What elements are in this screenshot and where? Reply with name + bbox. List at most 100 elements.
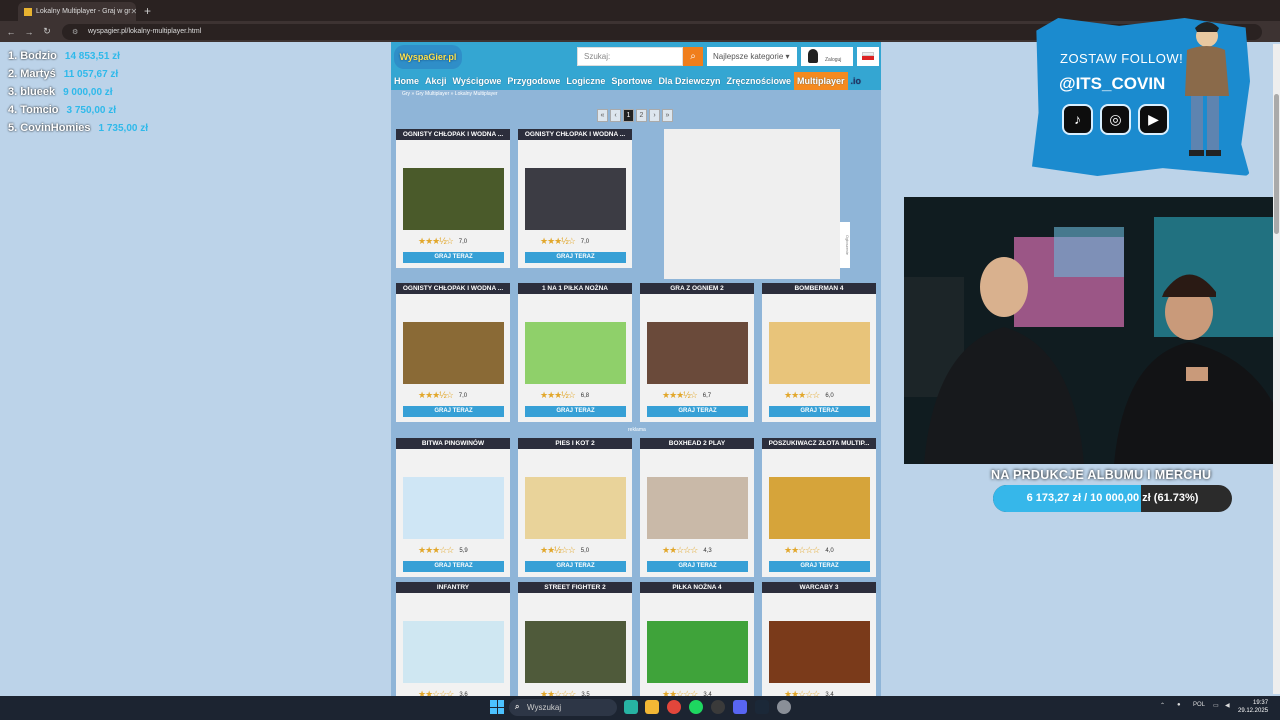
game-card[interactable]: BITWA PINGWINÓW ★★★☆☆ 5,9 GRAJ TERAZ: [396, 438, 510, 577]
play-button[interactable]: GRAJ TERAZ: [525, 561, 626, 572]
page-button[interactable]: «: [597, 109, 608, 122]
forward-icon[interactable]: →: [22, 27, 36, 37]
game-title[interactable]: BOXHEAD 2 PLAY: [640, 438, 754, 449]
menu-item-logiczne[interactable]: Logiczne: [563, 72, 608, 90]
page-button[interactable]: ‹: [610, 109, 621, 122]
rating-value: 5,0: [580, 547, 590, 554]
page-button[interactable]: 1: [623, 109, 634, 122]
page-scrollbar[interactable]: [1273, 44, 1280, 694]
game-title[interactable]: GRA Z OGNIEM 2: [640, 283, 754, 294]
search-icon[interactable]: ⌕: [683, 47, 703, 66]
new-tab-icon[interactable]: +: [144, 4, 151, 18]
file-explorer-icon[interactable]: [645, 700, 659, 714]
category-select[interactable]: Najlepsze kategorie ▾: [707, 47, 797, 66]
play-button[interactable]: GRAJ TERAZ: [525, 406, 626, 417]
menu-item-home[interactable]: Home: [391, 72, 422, 90]
game-card[interactable]: 1 NA 1 PIŁKA NOŻNA ★★★½☆ 6,8 GRAJ TERAZ: [518, 283, 632, 422]
game-card[interactable]: BOXHEAD 2 PLAY ★★☆☆☆ 4,3 GRAJ TERAZ: [640, 438, 754, 577]
scrollbar-thumb[interactable]: [1274, 94, 1279, 234]
start-icon[interactable]: [490, 700, 504, 714]
game-thumbnail[interactable]: [647, 322, 748, 384]
mic-icon[interactable]: ●: [1177, 702, 1181, 708]
rating-stars-icon: ★★☆☆☆: [662, 545, 698, 555]
tab-title: Lokalny Multiplayer - Graj w gr: [36, 8, 131, 15]
volume-icon[interactable]: ◀: [1225, 702, 1230, 709]
game-thumbnail[interactable]: [525, 322, 626, 384]
play-button[interactable]: GRAJ TERAZ: [769, 406, 870, 417]
menu-item-wy-cigowe[interactable]: Wyścigowe: [450, 72, 505, 90]
game-title[interactable]: 1 NA 1 PIŁKA NOŻNA: [518, 283, 632, 294]
steam-icon[interactable]: [755, 700, 769, 714]
close-tab-icon[interactable]: ✕: [131, 7, 136, 16]
page-button[interactable]: 2: [636, 109, 647, 122]
site-info-icon[interactable]: ⚙: [72, 28, 82, 36]
game-thumbnail[interactable]: [525, 477, 626, 539]
play-button[interactable]: GRAJ TERAZ: [647, 406, 748, 417]
play-button[interactable]: GRAJ TERAZ: [647, 561, 748, 572]
play-button[interactable]: GRAJ TERAZ: [769, 561, 870, 572]
game-thumbnail[interactable]: [403, 168, 504, 230]
play-button[interactable]: GRAJ TERAZ: [403, 561, 504, 572]
reload-icon[interactable]: ↻: [40, 26, 54, 37]
game-thumbnail[interactable]: [525, 168, 626, 230]
game-card[interactable]: OGNISTY CHŁOPAK I WODNA ... ★★★½☆ 7,0 GRAJ …: [396, 129, 510, 268]
menu-item-zr-czno-ciowe[interactable]: Zręcznościowe: [723, 72, 794, 90]
menu-item-multiplayer[interactable]: Multiplayer: [794, 72, 848, 90]
game-title[interactable]: BITWA PINGWINÓW: [396, 438, 510, 449]
discord-icon[interactable]: [733, 700, 747, 714]
game-thumbnail[interactable]: [647, 621, 748, 683]
game-card[interactable]: BOMBERMAN 4 ★★★☆☆ 6,0 GRAJ TERAZ: [762, 283, 876, 422]
game-thumbnail[interactable]: [647, 477, 748, 539]
game-title[interactable]: OGNISTY CHŁOPAK I WODNA ...: [396, 283, 510, 294]
game-card[interactable]: PIES I KOT 2 ★★½☆☆ 5,0 GRAJ TERAZ: [518, 438, 632, 577]
game-thumbnail[interactable]: [403, 621, 504, 683]
taskbar-search[interactable]: ⌕ Wyszukaj: [509, 699, 617, 716]
game-card[interactable]: OGNISTY CHŁOPAK I WODNA ... ★★★½☆ 7,0 GRAJ …: [518, 129, 632, 268]
game-title[interactable]: POSZUKIWACZ ZŁOTA MULTIP...: [762, 438, 876, 449]
webcam-image: [904, 197, 1280, 464]
game-title[interactable]: PIES I KOT 2: [518, 438, 632, 449]
menu-item-akcji[interactable]: Akcji: [422, 72, 450, 90]
browser-tab[interactable]: Lokalny Multiplayer - Graj w gr ✕: [18, 2, 136, 21]
language-indicator[interactable]: POL: [1193, 702, 1205, 708]
network-icon[interactable]: ▭: [1213, 702, 1219, 709]
menu-item-dla-dziewczyn[interactable]: Dla Dziewczyn: [655, 72, 723, 90]
settings-icon[interactable]: [777, 700, 791, 714]
obs-icon[interactable]: [711, 700, 725, 714]
login-button[interactable]: Zaloguj: [801, 47, 853, 66]
game-thumbnail[interactable]: [769, 477, 870, 539]
search-input[interactable]: Szukaj:: [577, 47, 683, 66]
game-card[interactable]: POSZUKIWACZ ZŁOTA MULTIP... ★★☆☆☆ 4,0 GRAJ …: [762, 438, 876, 577]
game-thumbnail[interactable]: [525, 621, 626, 683]
menu-item-przygodowe[interactable]: Przygodowe: [504, 72, 563, 90]
game-title[interactable]: OGNISTY CHŁOPAK I WODNA ...: [518, 129, 632, 140]
chrome-icon[interactable]: [667, 700, 681, 714]
game-thumbnail[interactable]: [769, 621, 870, 683]
game-title[interactable]: STREET FIGHTER 2: [518, 582, 632, 593]
game-card[interactable]: GRA Z OGNIEM 2 ★★★½☆ 6,7 GRAJ TERAZ: [640, 283, 754, 422]
site-logo[interactable]: WyspaGier.pl: [394, 45, 462, 69]
game-title[interactable]: BOMBERMAN 4: [762, 283, 876, 294]
play-button[interactable]: GRAJ TERAZ: [525, 252, 626, 263]
game-title[interactable]: PIŁKA NOŻNA 4: [640, 582, 754, 593]
game-title[interactable]: OGNISTY CHŁOPAK I WODNA ...: [396, 129, 510, 140]
app-icon[interactable]: [624, 700, 638, 714]
language-flag-icon[interactable]: [857, 47, 879, 66]
back-icon[interactable]: ←: [4, 27, 18, 37]
page-button[interactable]: »: [662, 109, 673, 122]
page-button[interactable]: ›: [649, 109, 660, 122]
game-thumbnail[interactable]: [403, 477, 504, 539]
clock[interactable]: 19:37 29.12.2025: [1238, 699, 1268, 715]
game-title[interactable]: INFANTRY: [396, 582, 510, 593]
menu-item-sportowe[interactable]: Sportowe: [608, 72, 655, 90]
game-title[interactable]: WARCABY 3: [762, 582, 876, 593]
menu-item-io[interactable]: .io: [848, 72, 865, 90]
tray-chevron-icon[interactable]: ⌃: [1160, 702, 1165, 709]
game-card[interactable]: OGNISTY CHŁOPAK I WODNA ... ★★★½☆ 7,0 GRAJ …: [396, 283, 510, 422]
game-thumbnail[interactable]: [769, 322, 870, 384]
game-thumbnail[interactable]: [403, 322, 504, 384]
ad-box[interactable]: [664, 129, 840, 279]
play-button[interactable]: GRAJ TERAZ: [403, 406, 504, 417]
play-button[interactable]: GRAJ TERAZ: [403, 252, 504, 263]
spotify-icon[interactable]: [689, 700, 703, 714]
